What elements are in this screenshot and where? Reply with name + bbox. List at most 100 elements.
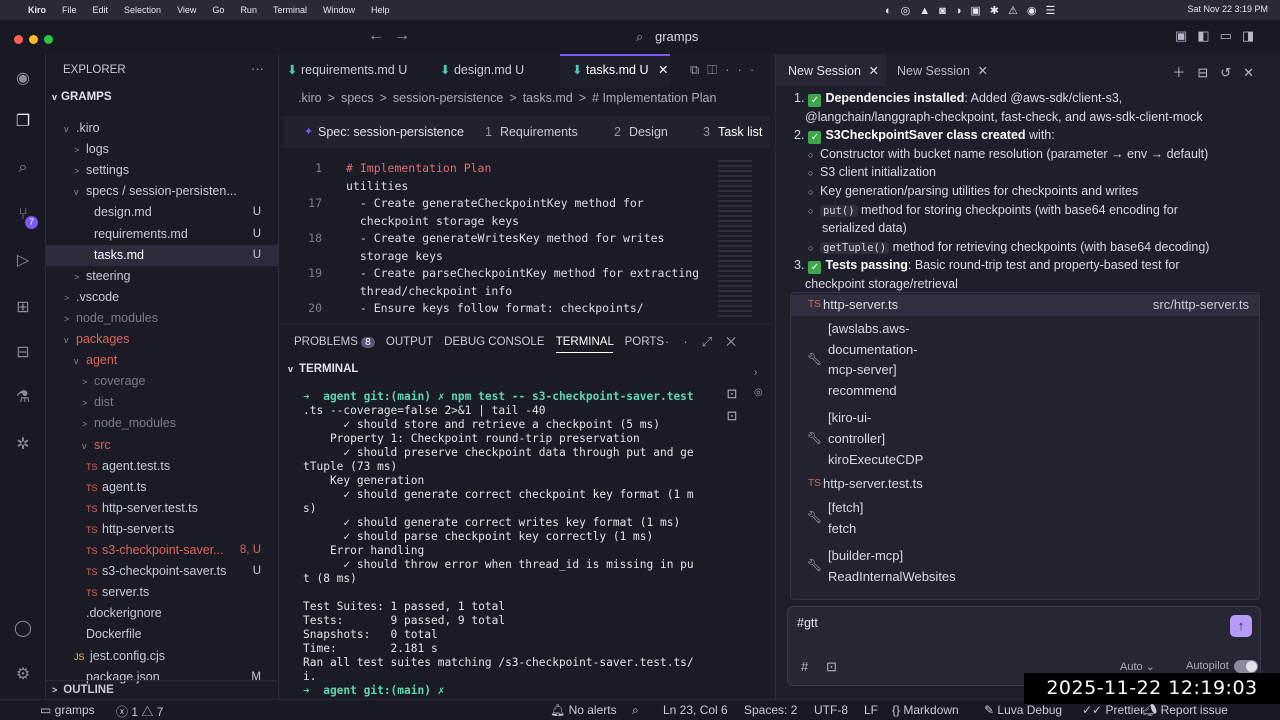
accounts-icon[interactable]: ◯ [12, 618, 34, 640]
alerts-status[interactable]: 🔔︎ No alerts [550, 703, 617, 717]
remote-project[interactable]: ▭ gramps [40, 703, 95, 717]
problems-status[interactable]: ⓧ 1 △ 7 [116, 703, 163, 720]
tree-item[interactable]: > steering [46, 266, 279, 287]
tree-item[interactable]: v packages [46, 329, 279, 350]
explorer-files-icon[interactable]: ❐ [12, 111, 34, 133]
tab-debug-console[interactable]: DEBUG CONSOLE [444, 336, 544, 348]
panel-actions-icons[interactable]: ···⤢✕ [647, 334, 750, 350]
menu-help[interactable]: Help [371, 5, 390, 15]
report-issue[interactable]: 📣︎ Report issue [1142, 703, 1228, 717]
chat-input-text[interactable]: #gtt [797, 616, 818, 630]
indentation[interactable]: Spaces: 2 [744, 703, 797, 717]
tree-item[interactable]: v .kiro [46, 118, 279, 139]
kiro-ghost-icon[interactable]: ◉ [12, 68, 34, 90]
butterfly-icon[interactable]: ✲ [12, 434, 34, 456]
back-arrow-icon[interactable]: ← [368, 27, 384, 45]
tab-output[interactable]: OUTPUT [386, 336, 433, 348]
model-select[interactable]: Auto ⌄ [1120, 660, 1155, 673]
tree-item[interactable]: > dist [46, 392, 279, 413]
chat-header-actions[interactable]: ＋⊟↺✕ [1172, 62, 1266, 81]
spec-step-design[interactable]: 2 Design [614, 125, 668, 139]
testing-icon[interactable]: ⚗ [12, 387, 34, 409]
menu-view[interactable]: View [177, 5, 196, 15]
forward-arrow-icon[interactable]: → [394, 27, 410, 45]
menu-selection[interactable]: Selection [124, 5, 161, 15]
tree-item[interactable]: TS s3-checkpoint-saver.ts U [46, 561, 279, 582]
send-button[interactable]: ↑ [1230, 615, 1252, 637]
tree-item[interactable]: Dockerfile [46, 624, 279, 645]
status-menu-icons[interactable]: ◐◎▲◙◑▣✱⚠◉☰ [885, 4, 1064, 17]
terminal-section-header[interactable]: v TERMINAL [288, 363, 358, 375]
more-actions-icon[interactable]: ··· [251, 61, 264, 76]
autocomplete-file-item[interactable]: TS http-server.test.ts [791, 474, 1259, 495]
code-editor[interactable]: 1 # Implementation Plan utilities 17 - Crea… [280, 160, 720, 324]
breadcrumb-item[interactable]: tasks.md [523, 91, 573, 105]
app-menu[interactable]: Kiro [28, 5, 46, 15]
hash-context-icon[interactable]: # [801, 659, 808, 674]
menu-run[interactable]: Run [240, 5, 257, 15]
autopilot-toggle[interactable] [1234, 660, 1258, 673]
tree-item[interactable]: design.md U [46, 202, 279, 223]
search-icon[interactable]: ⌕ [632, 703, 639, 718]
encoding[interactable]: UTF-8 [814, 703, 848, 717]
close-tab-icon[interactable]: ✕ [868, 64, 878, 78]
tree-item[interactable]: > node_modules [46, 413, 279, 434]
menu-file[interactable]: File [62, 5, 77, 15]
command-center-search[interactable]: gramps [655, 29, 698, 44]
spec-step-requirements[interactable]: 1 Requirements [485, 125, 578, 139]
search-icon[interactable]: ⌕ [12, 157, 34, 179]
chat-tab-1[interactable]: New Session ✕ [788, 63, 879, 78]
tree-item[interactable]: TS agent.test.ts [46, 456, 279, 477]
tree-item[interactable]: v specs / session-persisten... [46, 181, 279, 202]
menubar-clock[interactable]: Sat Nov 22 3:19 PM [1187, 4, 1268, 14]
breadcrumb-item[interactable]: # Implementation Plan [592, 91, 716, 105]
tree-item[interactable]: TS s3-checkpoint-saver... 8, U [46, 540, 279, 561]
remote-explorer-icon[interactable]: ⊟ [12, 342, 34, 364]
close-tab-icon[interactable]: ✕ [977, 64, 987, 78]
breadcrumb-item[interactable]: .kiro [298, 91, 322, 105]
tree-item[interactable]: TS http-server.test.ts [46, 498, 279, 519]
outline-section[interactable]: > OUTLINE [46, 680, 279, 699]
tree-item[interactable]: v agent [46, 350, 279, 371]
menu-window[interactable]: Window [323, 5, 355, 15]
tree-item[interactable]: .dockerignore [46, 603, 279, 624]
side-chevron-icons[interactable]: › ◎ [754, 363, 763, 403]
spec-step-tasklist[interactable]: 3 Task list [703, 125, 762, 139]
tree-item[interactable]: > logs [46, 139, 279, 160]
tab-requirements[interactable]: ⬇ requirements.md U [287, 62, 407, 77]
tree-item[interactable]: > coverage [46, 371, 279, 392]
tree-item[interactable]: TS http-server.ts [46, 519, 279, 540]
minimap[interactable] [718, 160, 752, 320]
chat-tab-2[interactable]: New Session ✕ [897, 63, 988, 78]
autocomplete-tool-item[interactable]: 🔧︎ [awslabs.aws- documentation- mcp-serve… [791, 316, 1259, 405]
eol[interactable]: LF [864, 703, 878, 717]
breadcrumb-item[interactable]: session-persistence [393, 91, 503, 105]
menu-terminal[interactable]: Terminal [273, 5, 307, 15]
tree-item[interactable]: > settings [46, 160, 279, 181]
tree-item[interactable]: > node_modules [46, 308, 279, 329]
terminal-instances-icons[interactable]: ⊡ ⊡ [720, 383, 744, 433]
workspace-root[interactable]: v GRAMPS [52, 91, 112, 103]
tree-item[interactable]: TS agent.ts [46, 477, 279, 498]
tree-item[interactable]: TS server.ts [46, 582, 279, 603]
tab-tasks[interactable]: ⬇ tasks.md U ✕ [572, 62, 668, 77]
minimize-window-button[interactable] [29, 35, 38, 44]
tree-item[interactable]: v src [46, 435, 279, 456]
breadcrumb-item[interactable]: specs [341, 91, 374, 105]
close-window-button[interactable] [14, 35, 23, 44]
menu-go[interactable]: Go [212, 5, 224, 15]
layout-toggle-icons[interactable]: ▣◧▭◨ [1175, 28, 1264, 44]
image-attach-icon[interactable]: ⊡ [826, 659, 837, 675]
prettier-status[interactable]: ✓✓ Prettier [1082, 703, 1144, 717]
tab-problems[interactable]: PROBLEMS 8 [294, 336, 375, 348]
autocomplete-file-item[interactable]: TS http-server.ts src/http-server.ts [791, 295, 1259, 316]
zoom-window-button[interactable] [44, 35, 53, 44]
tree-item[interactable]: > .vscode [46, 287, 279, 308]
menu-edit[interactable]: Edit [93, 5, 109, 15]
language-mode[interactable]: {} Markdown [892, 703, 959, 717]
editor-actions-icons[interactable]: ⧉◫··· [690, 62, 762, 78]
autocomplete-tool-item[interactable]: 🔧︎ [builder-mcp] ReadInternalWebsites [791, 543, 1259, 591]
settings-gear-icon[interactable]: ⚙ [12, 664, 34, 686]
extensions-icon[interactable]: ⊞ [12, 297, 34, 319]
tree-item[interactable]: requirements.md U [46, 224, 279, 245]
